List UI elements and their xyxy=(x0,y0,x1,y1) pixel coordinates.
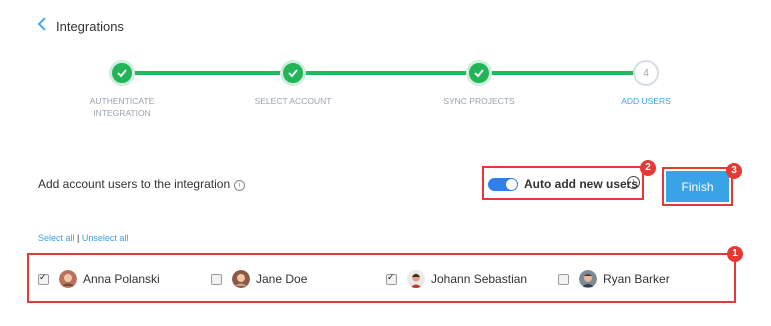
user-item: Ryan Barker xyxy=(558,270,670,288)
annotation-badge-3: 3 xyxy=(726,163,742,179)
checkmark-icon xyxy=(117,69,127,78)
step-number: 4 xyxy=(643,67,649,79)
stepper-progress-line xyxy=(121,71,646,75)
user-item: Johann Sebastian xyxy=(386,270,527,288)
step-label-sync-projects: SYNC PROJECTS xyxy=(443,96,515,106)
avatar xyxy=(59,270,77,288)
avatar xyxy=(579,270,597,288)
back-chevron-icon[interactable] xyxy=(33,14,53,34)
avatar xyxy=(232,270,250,288)
info-icon[interactable]: i xyxy=(234,180,246,191)
user-name: Johann Sebastian xyxy=(431,272,528,286)
annotation-badge-1: 1 xyxy=(727,246,743,262)
user-name: Anna Polanski xyxy=(83,272,160,286)
user-checkbox[interactable] xyxy=(386,272,397,285)
step-label-authenticate: AUTHENTICATE INTEGRATION xyxy=(89,96,155,118)
step-label-select-account: SELECT ACCOUNT xyxy=(254,96,332,106)
auto-add-toggle[interactable] xyxy=(488,178,518,191)
avatar xyxy=(407,270,425,288)
finish-button[interactable]: Finish xyxy=(666,171,729,202)
user-checkbox[interactable] xyxy=(558,273,569,285)
user-checkbox[interactable] xyxy=(211,273,222,285)
user-name: Jane Doe xyxy=(256,272,308,286)
step-select-account-complete xyxy=(280,60,306,86)
step-add-users-current: 4 xyxy=(633,60,659,86)
user-name: Ryan Barker xyxy=(603,272,670,286)
select-all-link[interactable]: Select all xyxy=(38,233,75,243)
annotation-badge-2: 2 xyxy=(640,160,656,176)
unselect-all-link[interactable]: Unselect all xyxy=(82,233,129,243)
section-heading: Add account users to the integration i xyxy=(38,177,246,191)
selection-links: Select all | Unselect all xyxy=(38,233,128,243)
user-checkbox[interactable] xyxy=(38,272,49,285)
info-icon[interactable]: i xyxy=(627,176,640,189)
checkmark-icon xyxy=(288,69,298,78)
step-label-add-users: ADD USERS xyxy=(621,96,671,106)
link-separator: | xyxy=(77,233,80,243)
user-item: Anna Polanski xyxy=(38,270,160,288)
step-authenticate-complete xyxy=(109,60,135,86)
page-title: Integrations xyxy=(56,19,124,34)
user-item: Jane Doe xyxy=(211,270,307,288)
auto-add-label: Auto add new users xyxy=(524,177,639,191)
checkmark-icon xyxy=(474,69,484,78)
step-sync-projects-complete xyxy=(466,60,492,86)
